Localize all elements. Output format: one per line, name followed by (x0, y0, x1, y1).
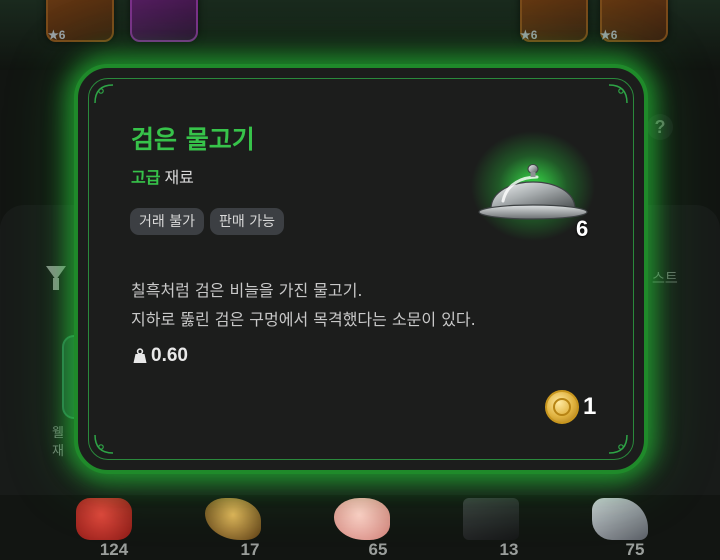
item-description: 칠흑처럼 검은 비늘을 가진 물고기. 지하로 뚫린 검은 구멍에서 목격했다는… (131, 276, 476, 334)
description-line: 지하로 뚫린 검은 구멍에서 목격했다는 소문이 있다. (131, 310, 476, 329)
description-line: 칠흑처럼 검은 비늘을 가진 물고기. (131, 281, 363, 300)
frame-corner-ornament (94, 84, 114, 104)
frame-corner-ornament (608, 434, 628, 454)
weight-value: 0.60 (151, 345, 188, 366)
item-count: 6 (576, 216, 589, 241)
character-stars: ★6 (520, 28, 538, 42)
ruby-ore-icon[interactable] (76, 498, 132, 540)
item-weight: 0.60 (133, 345, 188, 367)
golden-feather-icon[interactable] (205, 498, 261, 540)
coin-icon (545, 390, 579, 424)
filter-icon[interactable] (46, 266, 66, 290)
material-count: 13 (499, 540, 519, 559)
item-grade-line: 고급 재료 (131, 164, 194, 188)
item-tooltip-popup[interactable]: 검은 물고기 고급 재료 거래 불가 판매 가능 칠흑처럼 검은 비늘을 가진 물… (74, 64, 648, 474)
item-tags: 거래 불가 판매 가능 (130, 208, 284, 235)
character-card[interactable] (130, 0, 198, 42)
character-stars: ★6 (48, 28, 66, 42)
material-count: 65 (368, 540, 388, 559)
inventory-slot-label: 웰 재 (52, 426, 64, 459)
dark-crate-icon[interactable] (463, 498, 519, 540)
item-name: 검은 물고기 (131, 125, 255, 154)
frame-corner-ornament (608, 84, 628, 104)
frame-corner-ornament (94, 434, 114, 454)
item-price: 1 (545, 390, 596, 424)
crystal-rock-icon[interactable] (592, 498, 648, 540)
tag-untradable: 거래 불가 (130, 208, 204, 235)
item-grade: 고급 (131, 168, 161, 187)
tag-sellable: 판매 가능 (209, 208, 284, 235)
pink-bean-icon[interactable] (334, 498, 390, 540)
material-count: 75 (625, 540, 645, 559)
material-count: 124 (99, 540, 129, 559)
character-stars: ★6 (600, 28, 618, 42)
material-count: 17 (240, 540, 260, 559)
weight-icon (133, 348, 147, 363)
price-value: 1 (583, 393, 597, 420)
list-tab-label[interactable]: 스트 (652, 268, 678, 288)
item-type: 재료 (164, 168, 194, 187)
help-button[interactable]: ? (647, 114, 673, 140)
